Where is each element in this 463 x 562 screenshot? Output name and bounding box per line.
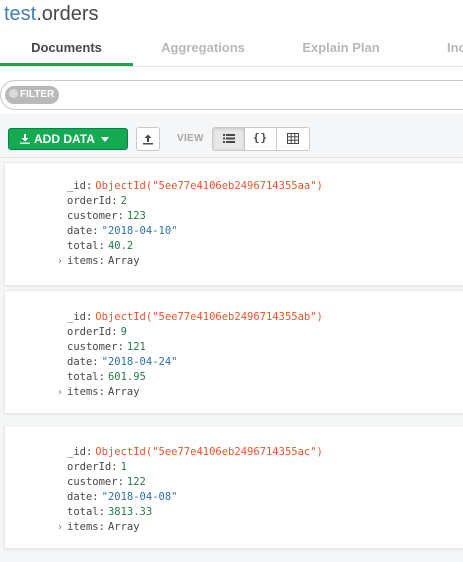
filter-input[interactable]: FILTER — [0, 80, 463, 110]
document-field: › items: Array — [57, 521, 140, 533]
database-name[interactable]: test — [4, 3, 36, 25]
field-value: 3813.33 — [107, 506, 153, 518]
field-value: 40.2 — [107, 240, 134, 252]
filter-options-icon — [9, 89, 18, 98]
document-field: _id: ObjectId("5ee77e4106eb2496714355aa") — [67, 180, 323, 192]
filter-label: FILTER — [20, 89, 55, 100]
field-value: ObjectId("5ee77e4106eb2496714355aa") — [95, 180, 323, 192]
tab-aggregations[interactable]: Aggregations — [133, 36, 273, 66]
document-field: orderId: 1 — [67, 461, 127, 473]
document-field: customer: 122 — [67, 476, 146, 488]
field-value: 122 — [126, 476, 146, 488]
document-field: date: "2018-04-24" — [67, 356, 178, 368]
documents-toolbar: ADD DATA VIEW {} — [0, 114, 463, 158]
document-card[interactable]: _id: ObjectId("5ee77e4106eb2496714355ab")… — [4, 290, 463, 414]
view-switcher: {} — [212, 127, 310, 151]
add-data-button[interactable]: ADD DATA — [8, 128, 128, 150]
chevron-right-icon[interactable]: › — [57, 520, 63, 535]
field-key: date — [67, 225, 93, 237]
document-field: total: 40.2 — [67, 240, 134, 252]
caret-down-icon — [100, 137, 109, 142]
field-value: ObjectId("5ee77e4106eb2496714355ac") — [95, 446, 323, 458]
document-field: date: "2018-04-08" — [67, 491, 178, 503]
document-field: total: 3813.33 — [67, 506, 153, 518]
field-key: _id — [67, 180, 86, 192]
upload-icon — [143, 134, 153, 145]
list-icon — [223, 134, 235, 143]
field-key: total — [67, 506, 99, 518]
field-key: items — [67, 255, 99, 267]
field-key: _id — [67, 311, 86, 323]
tab-bar: Documents Aggregations Explain Plan Inc — [0, 36, 463, 67]
document-list: _id: ObjectId("5ee77e4106eb2496714355aa")… — [0, 158, 463, 562]
tab-explain-plan[interactable]: Explain Plan — [273, 36, 409, 66]
field-value: 1 — [120, 461, 127, 473]
document-field: customer: 121 — [67, 341, 146, 353]
tab-indexes[interactable]: Inc — [409, 36, 463, 66]
field-key: items — [67, 386, 99, 398]
field-value: Array — [107, 521, 140, 533]
document-card[interactable]: _id: ObjectId("5ee77e4106eb2496714355ac")… — [4, 425, 463, 549]
document-field: › items: Array — [57, 386, 140, 398]
field-key: total — [67, 371, 99, 383]
table-view-button[interactable] — [277, 128, 309, 150]
chevron-right-icon[interactable]: › — [57, 254, 63, 269]
field-value: 9 — [120, 326, 127, 338]
export-collection-button[interactable] — [136, 127, 160, 151]
collection-name: .orders — [36, 3, 99, 25]
field-value: Array — [107, 255, 140, 267]
field-value: ObjectId("5ee77e4106eb2496714355ab") — [95, 311, 323, 323]
document-field: › items: Array — [57, 255, 140, 267]
field-value: 123 — [126, 210, 146, 222]
field-key: orderId — [67, 326, 112, 338]
field-value: 121 — [126, 341, 146, 353]
field-value: 2 — [120, 195, 127, 207]
field-key: items — [67, 521, 99, 533]
field-key: customer — [67, 341, 118, 353]
field-key: total — [67, 240, 99, 252]
field-key: customer — [67, 210, 118, 222]
document-field: _id: ObjectId("5ee77e4106eb2496714355ac") — [67, 446, 323, 458]
add-data-label: ADD DATA — [34, 132, 95, 146]
tab-documents[interactable]: Documents — [0, 36, 133, 66]
field-value: Array — [107, 386, 140, 398]
json-view-button[interactable]: {} — [245, 128, 277, 150]
document-field: _id: ObjectId("5ee77e4106eb2496714355ab") — [67, 311, 323, 323]
field-key: date — [67, 356, 93, 368]
document-field: orderId: 2 — [67, 195, 127, 207]
document-field: customer: 123 — [67, 210, 146, 222]
chevron-right-icon[interactable]: › — [57, 385, 63, 400]
document-field: date: "2018-04-10" — [67, 225, 178, 237]
document-field: total: 601.95 — [67, 371, 146, 383]
list-view-button[interactable] — [213, 128, 245, 150]
document-field: orderId: 9 — [67, 326, 127, 338]
document-card[interactable]: _id: ObjectId("5ee77e4106eb2496714355aa")… — [4, 162, 463, 286]
download-icon — [20, 134, 30, 144]
table-icon — [287, 133, 299, 144]
field-key: customer — [67, 476, 118, 488]
field-key: orderId — [67, 461, 112, 473]
field-value: "2018-04-10" — [101, 225, 178, 237]
field-key: date — [67, 491, 93, 503]
field-value: 601.95 — [107, 371, 146, 383]
filter-badge[interactable]: FILTER — [5, 86, 60, 104]
braces-icon: {} — [252, 131, 269, 144]
view-label: VIEW — [177, 133, 204, 144]
field-value: "2018-04-24" — [101, 356, 178, 368]
field-key: _id — [67, 446, 86, 458]
page-title: test.orders — [4, 2, 99, 26]
field-key: orderId — [67, 195, 112, 207]
field-value: "2018-04-08" — [101, 491, 178, 503]
